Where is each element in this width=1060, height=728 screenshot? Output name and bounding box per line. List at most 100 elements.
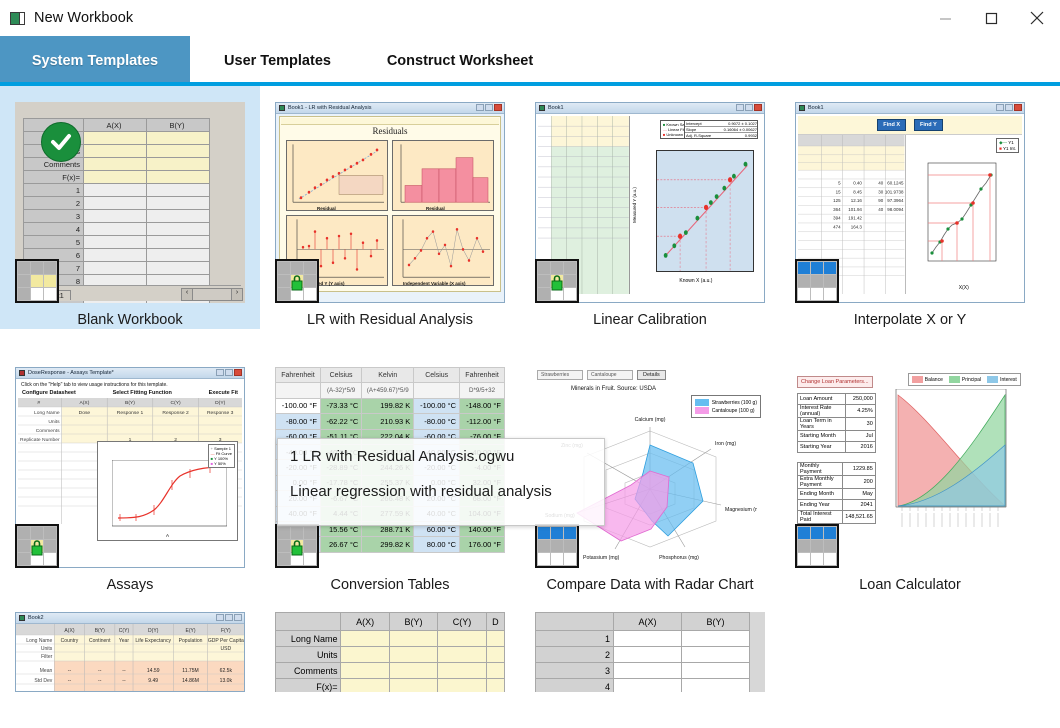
- tab-construct-worksheet[interactable]: Construct Worksheet: [365, 36, 555, 86]
- assays-inset-xlabel: A: [165, 533, 169, 538]
- svg-text:Response 3: Response 3: [207, 410, 234, 416]
- details-tab[interactable]: Details: [637, 370, 666, 380]
- calibration-plot-area: [655, 150, 754, 272]
- svg-text:0.40: 0.40: [853, 180, 862, 185]
- formula-cell: D*9/5+32: [459, 382, 505, 399]
- svg-text:Population: Population: [179, 638, 203, 644]
- svg-text:Mean: Mean: [40, 668, 53, 674]
- blank-workbook-preview: A(X) B(Y) Long Name Units Comments F(x)=…: [15, 102, 245, 303]
- svg-text:Dose: Dose: [79, 410, 91, 416]
- row-header: 2: [23, 196, 84, 210]
- svg-text:E(Y): E(Y): [185, 628, 195, 634]
- svg-text:101.9738: 101.9738: [885, 189, 904, 194]
- interpolate-button-banner: Find X Find Y: [798, 116, 1022, 135]
- formula-cell: [275, 382, 321, 399]
- template-label: Interpolate X or Y: [853, 312, 967, 328]
- template-item-blank-workbook[interactable]: A(X) B(Y) Long Name Units Comments F(x)=…: [0, 86, 260, 329]
- svg-text:GDP Per Capita: GDP Per Capita: [208, 638, 244, 644]
- svg-text:USD: USD: [221, 646, 232, 652]
- svg-text:14.86M: 14.86M: [182, 678, 199, 684]
- interpolate-legend: ◆— Y1 ■ Y1 Int.: [996, 137, 1019, 153]
- row-header: Comments: [275, 662, 342, 679]
- row-header: Units: [275, 646, 342, 663]
- configure-datasheet-button[interactable]: Configure Datasheet: [22, 390, 76, 396]
- column-header: B(Y): [146, 118, 210, 132]
- template-item-two-column-preview[interactable]: A(X) B(Y) 1 2 3 4 5 6: [520, 612, 780, 692]
- tab-system-templates[interactable]: System Templates: [0, 36, 190, 86]
- svg-text:11.75M: 11.75M: [182, 668, 198, 674]
- formula-cell: (A-32)*5/9: [319, 382, 363, 399]
- calibration-stats: Intercept 0.9072 ± 0.1027 Slope 0.16064 ± …: [684, 120, 758, 139]
- find-x-button[interactable]: Find X: [877, 118, 907, 131]
- svg-text:F(Y): F(Y): [221, 628, 231, 634]
- svg-text:60.1245: 60.1245: [887, 180, 904, 185]
- lock-icon: [547, 272, 567, 292]
- change-loan-parameters-button[interactable]: Change Loan Parameters...: [797, 376, 873, 388]
- template-item-assays[interactable]: DoseResponse - Assays Template* Click on…: [0, 351, 260, 594]
- thumbnail: Book1 ■ Known Samples — Linear Fit ■ Unk…: [535, 102, 765, 303]
- template-badge-grid: [795, 524, 839, 568]
- panel-histogram: Residual: [392, 140, 494, 211]
- row-header: 1: [23, 183, 84, 197]
- svg-text:Country: Country: [61, 638, 79, 644]
- legend-entry: Y 50%: [214, 460, 226, 466]
- column-header: C(Y): [437, 612, 487, 631]
- svg-text:9.49: 9.49: [148, 678, 158, 684]
- lock-icon: [27, 537, 47, 557]
- table-row: Interest Rate (annual) 4.25%: [796, 404, 876, 418]
- cantaloupe-dropdown[interactable]: Cantaloupe: [587, 370, 633, 380]
- svg-text:Comments: Comments: [36, 428, 60, 434]
- thumbnail: A(X) B(Y) Long Name Units Comments F(x)=…: [15, 102, 245, 303]
- row-header: 4: [23, 222, 84, 236]
- loan-output-table: Monthly Payment 1229.85 Extra Monthly Pay…: [796, 462, 876, 524]
- execute-fit-button[interactable]: Execute Fit: [209, 390, 238, 396]
- mini-window-title: DoseResponse - Assays Template*: [28, 370, 114, 376]
- mini-window-title: Book1: [548, 105, 564, 111]
- horizontal-scrollbar[interactable]: ‹ ›: [181, 288, 243, 301]
- row-header: Long Name: [275, 630, 342, 647]
- formula-cell: (A+459.67)*5/9: [361, 382, 415, 399]
- template-item-stats-preview[interactable]: Book2 A(X) B(Y) C(Y) D(Y) E(Y) F(Y) Coun…: [0, 612, 260, 692]
- svg-text:Year: Year: [119, 638, 130, 644]
- close-icon[interactable]: [1014, 0, 1060, 36]
- template-item-four-column-preview[interactable]: A(X) B(Y) C(Y) D Long Name Units Comment…: [260, 612, 520, 692]
- svg-text:474: 474: [833, 224, 841, 229]
- legend-entry: Balance: [924, 376, 943, 383]
- workbook-icon: [10, 11, 25, 25]
- select-fitting-function-button[interactable]: Select Fitting Function: [113, 390, 172, 396]
- thumbnail: Book1 Find X Find Y 5 0.40 40 60.1245 15…: [795, 102, 1025, 303]
- loan-legend: Balance Principal Interest: [907, 373, 1021, 386]
- find-y-button[interactable]: Find Y: [914, 118, 943, 131]
- four-column-worksheet-preview: A(X) B(Y) C(Y) D Long Name Units Comment…: [275, 612, 505, 692]
- strawberries-dropdown[interactable]: Strawberries: [537, 370, 583, 380]
- column-header: A(X): [340, 612, 390, 631]
- template-item-loan-calculator[interactable]: Change Loan Parameters... Loan Amount 250…: [780, 351, 1040, 594]
- tab-user-templates[interactable]: User Templates: [190, 36, 365, 86]
- svg-text:164.3: 164.3: [851, 224, 863, 229]
- template-item-interpolate-x-or-y[interactable]: Book1 Find X Find Y 5 0.40 40 60.1245 15…: [780, 86, 1040, 329]
- column-header: B(Y): [388, 612, 439, 631]
- template-item-lr-residual-analysis[interactable]: Book1 - LR with Residual Analysis Residu…: [260, 86, 520, 329]
- svg-text:97.3964: 97.3964: [887, 198, 904, 203]
- minimize-icon[interactable]: [922, 0, 968, 36]
- assays-instruction: Click on the "Help" tab to view usage in…: [21, 382, 168, 388]
- svg-text:15: 15: [836, 189, 841, 194]
- svg-text:13.0k: 13.0k: [220, 678, 233, 684]
- radar-axis-label: Magnesium (mg): [725, 507, 757, 513]
- svg-text:C(Y): C(Y): [171, 400, 182, 406]
- template-label: Linear Calibration: [593, 312, 707, 328]
- template-item-linear-calibration[interactable]: Book1 ■ Known Samples — Linear Fit ■ Unk…: [520, 86, 780, 329]
- svg-text:Units: Units: [48, 419, 60, 425]
- row-header: F(x)=: [23, 170, 84, 184]
- table-row: Total Interest Paid 148,521.65: [796, 510, 876, 524]
- template-label: Assays: [106, 577, 154, 593]
- template-badge-grid: [795, 259, 839, 303]
- assays-preview: DoseResponse - Assays Template* Click on…: [15, 367, 245, 568]
- table-row: Loan Amount 250,000: [796, 393, 876, 405]
- panel-xlabel: Residual: [317, 206, 336, 211]
- template-row-partial: Book2 A(X) B(Y) C(Y) D(Y) E(Y) F(Y) Coun…: [0, 612, 1060, 692]
- calibration-xlabel: Known X (a.u.): [679, 278, 713, 284]
- svg-text:40: 40: [878, 206, 883, 211]
- maximize-icon[interactable]: [968, 0, 1014, 36]
- svg-text:Life Expectancy: Life Expectancy: [135, 638, 171, 644]
